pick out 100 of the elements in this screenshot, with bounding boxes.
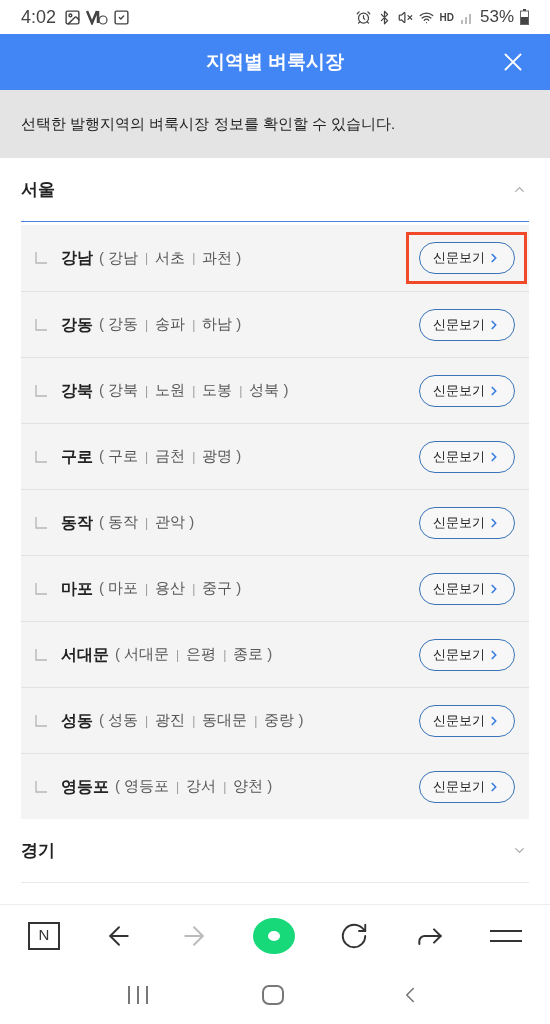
district-name: 광진 xyxy=(155,710,186,731)
district-name: 중랑 xyxy=(264,710,295,731)
district-name: 금천 xyxy=(155,446,186,467)
corner-icon xyxy=(35,252,47,264)
bracket: ) xyxy=(236,446,242,467)
bracket: ) xyxy=(236,247,242,268)
district-name: 서초 xyxy=(155,247,186,268)
bracket: ) xyxy=(267,644,273,665)
region-name: 마포 xyxy=(61,578,93,599)
corner-icon xyxy=(35,582,47,595)
district-name: 하남 xyxy=(202,314,233,335)
district-name: 성북 xyxy=(249,380,280,401)
district-name: 성동 xyxy=(108,710,138,731)
corner-icon xyxy=(35,780,47,793)
bracket: ( xyxy=(99,512,104,533)
recent-apps-icon[interactable] xyxy=(126,986,149,1004)
separator: | xyxy=(192,448,196,466)
bracket: ( xyxy=(99,247,104,268)
bracket: ) xyxy=(236,314,242,335)
separator: | xyxy=(145,712,149,730)
mute-icon xyxy=(397,9,413,25)
separator: | xyxy=(239,382,243,400)
view-newspaper-button[interactable]: 신문보기 xyxy=(419,638,515,671)
section-title: 서울 xyxy=(21,178,55,201)
home-icon[interactable] xyxy=(262,985,284,1005)
alarm-icon xyxy=(355,9,371,25)
corner-icon xyxy=(35,450,47,463)
section-header[interactable]: 서울 xyxy=(21,158,529,222)
region-name: 성동 xyxy=(61,710,93,731)
section-header[interactable]: 경기 xyxy=(21,819,529,883)
separator: | xyxy=(192,382,196,400)
separator: | xyxy=(223,646,227,664)
check-icon xyxy=(113,8,131,26)
view-newspaper-button[interactable]: 신문보기 xyxy=(419,440,515,473)
section-title: 경기 xyxy=(21,839,55,862)
district-name: 구로 xyxy=(108,446,138,467)
district-name: 마포 xyxy=(108,578,138,599)
bracket: ) xyxy=(236,578,242,599)
district-name: 관악 xyxy=(155,512,186,533)
separator: | xyxy=(192,712,196,730)
corner-icon xyxy=(35,648,47,661)
separator: | xyxy=(254,712,258,730)
bracket: ) xyxy=(298,710,304,731)
notice-text: 선택한 발행지역의 벼룩시장 정보를 확인할 수 있습니다. xyxy=(21,113,396,134)
separator: | xyxy=(176,646,180,664)
menu-icon[interactable] xyxy=(489,928,522,943)
district-name: 송파 xyxy=(155,314,186,335)
view-newspaper-button[interactable]: 신문보기 xyxy=(419,308,515,341)
district-name: 과천 xyxy=(202,247,233,268)
region-name: 서대문 xyxy=(61,644,109,665)
separator: | xyxy=(176,778,180,796)
region-name: 동작 xyxy=(61,512,93,533)
district-name: 용산 xyxy=(155,578,186,599)
corner-icon xyxy=(35,384,47,397)
bracket: ) xyxy=(283,380,289,401)
district-name: 강동 xyxy=(108,314,138,335)
bracket: ( xyxy=(99,578,104,599)
view-newspaper-button[interactable]: 신문보기 xyxy=(419,506,515,539)
district-name: 은평 xyxy=(186,644,217,665)
image-icon xyxy=(64,8,82,26)
home-button[interactable]: N xyxy=(28,921,60,950)
view-newspaper-button[interactable]: 신문보기 xyxy=(419,572,515,605)
view-newspaper-button[interactable]: 신문보기 xyxy=(419,704,515,737)
corner-icon xyxy=(35,714,47,727)
bracket: ( xyxy=(99,314,104,335)
district-name: 중구 xyxy=(202,578,233,599)
separator: | xyxy=(192,580,196,598)
separator: | xyxy=(145,580,149,598)
district-name: 노원 xyxy=(155,380,186,401)
region-name: 강남 xyxy=(61,248,93,268)
region-name: 구로 xyxy=(61,446,93,467)
bracket: ( xyxy=(99,710,104,731)
battery-icon xyxy=(520,9,529,25)
battery-level: 53% xyxy=(479,6,514,29)
bracket: ( xyxy=(99,380,104,401)
header-title: 지역별 벼룩시장 xyxy=(205,49,345,74)
district-name: 강남 xyxy=(108,247,138,268)
district-name: 강서 xyxy=(186,776,217,797)
separator: | xyxy=(145,316,149,334)
view-newspaper-button[interactable]: 신문보기 xyxy=(419,374,515,407)
view-newspaper-button[interactable]: 신문보기 xyxy=(419,242,515,274)
notification-icon xyxy=(86,9,109,25)
bracket: ( xyxy=(115,644,120,665)
hd-label: HD xyxy=(439,10,454,25)
corner-icon xyxy=(35,516,47,529)
separator: | xyxy=(192,316,196,334)
corner-icon xyxy=(35,318,47,331)
bracket: ( xyxy=(99,446,104,467)
region-name: 강북 xyxy=(61,380,93,401)
district-name: 동작 xyxy=(108,512,138,533)
view-newspaper-button[interactable]: 신문보기 xyxy=(419,770,515,803)
separator: | xyxy=(145,250,149,267)
separator: | xyxy=(192,250,196,267)
separator: | xyxy=(145,382,149,400)
region-name: 영등포 xyxy=(61,776,109,797)
district-name: 도봉 xyxy=(202,380,233,401)
separator: | xyxy=(145,448,149,466)
bracket: ) xyxy=(189,512,195,533)
district-name: 양천 xyxy=(233,776,264,797)
bracket: ( xyxy=(115,776,120,797)
